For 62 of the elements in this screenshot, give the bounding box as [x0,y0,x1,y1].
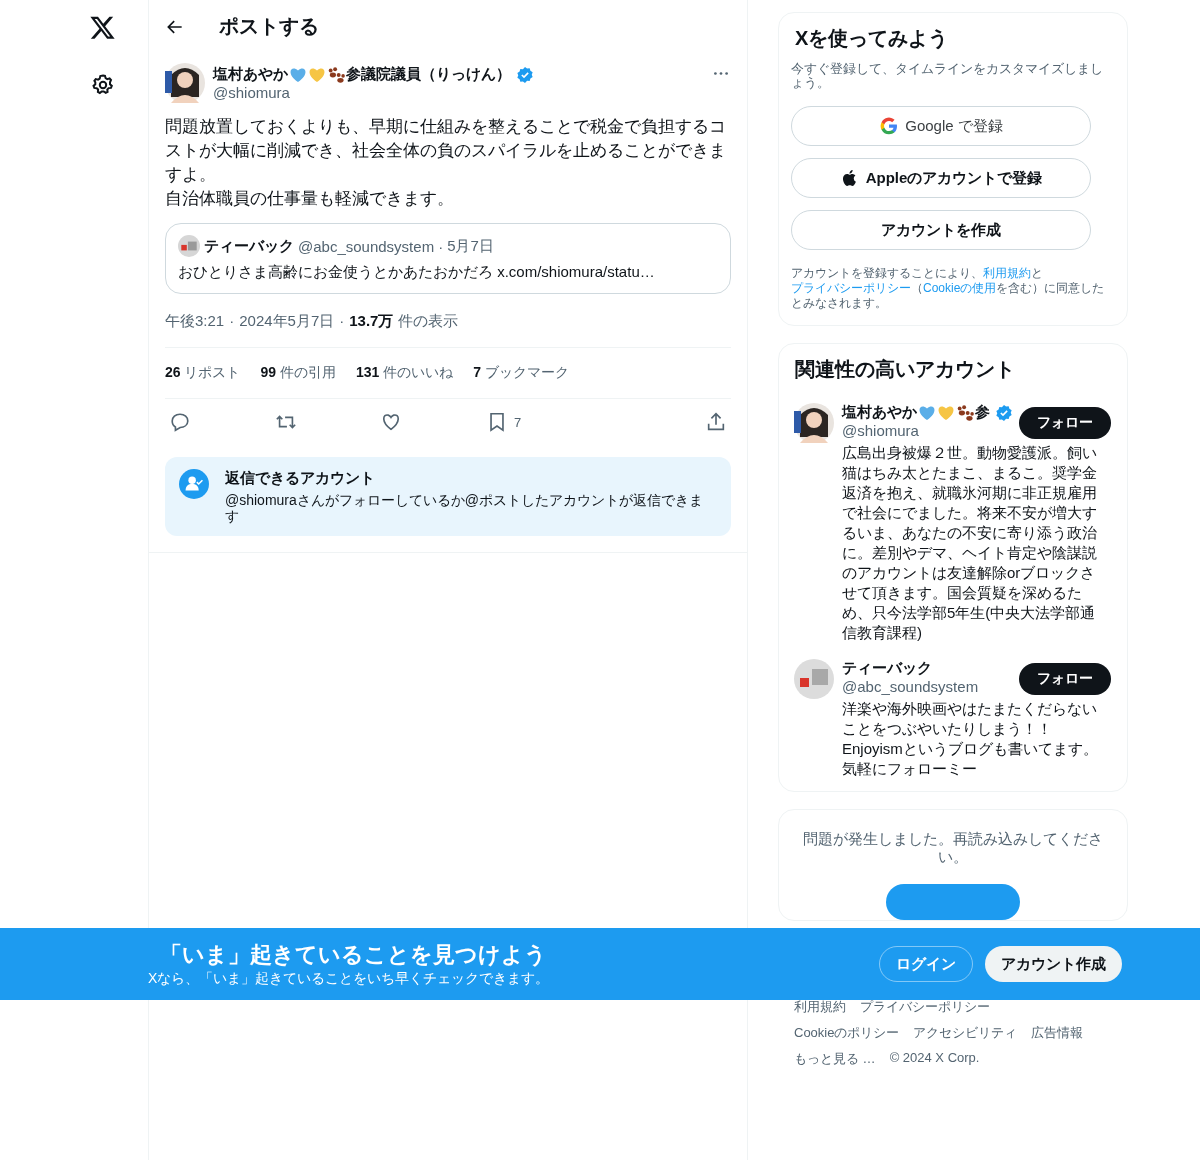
footer-link[interactable]: プライバシーポリシー [860,998,990,1016]
follow-button[interactable]: フォロー [1019,663,1111,695]
stat-link[interactable]: 131 件のいいね [355,364,454,382]
quoted-date: 5月7日 [447,236,494,256]
terms-text: アカウントを登録することにより、利用規約 と プライバシーポリシー（Cookieの使用を含む）に同意したとみなされます。 [791,266,1106,311]
x-logo[interactable] [89,14,116,41]
post-time[interactable]: 午後3:21 [165,312,225,331]
footer-link[interactable]: © 2024 X Corp. [889,1050,980,1068]
create-account-button[interactable]: アカウントを作成 [791,210,1091,250]
banner-title: 「いま」起きていることを見つけよう [159,941,548,969]
settings-icon[interactable] [91,73,115,97]
account-name[interactable]: 塩村あやか [842,403,917,422]
notice-text: @shiomuraさんがフォローしているか@ポストしたアカウントが返信できます [225,492,704,524]
apple-signup-button[interactable]: Appleのアカウントで登録 [791,158,1091,198]
view-count: 13.7万 件の表示 [349,312,458,331]
post-text: 問題放置しておくよりも、早期に仕組みを整えることで税金で負担するコストが大幅に削減でき、社会全体の負のスパイラルを止めることができますよ。 [165,116,727,186]
footer-link[interactable]: もっと見る … [794,1050,876,1068]
post-text: 自治体職員の仕事量も軽減できます。 [165,188,455,210]
bookmark-count: 7 [514,414,522,430]
avatar[interactable] [794,403,834,443]
author-handle[interactable]: @shiomura [213,84,705,101]
account-title: 参 [975,403,990,422]
card-title: Xを使ってみよう [794,26,950,51]
avatar[interactable] [165,63,205,103]
google-signup-button[interactable]: Google で登録 [791,106,1091,146]
google-icon [879,116,900,136]
stat-link[interactable]: 26 リポスト [165,364,241,382]
author-name[interactable]: 塩村あやか [213,65,288,84]
signup-button[interactable]: アカウント作成 [985,946,1122,982]
share-icon[interactable] [705,411,727,433]
footer-link[interactable]: アクセシビリティ [913,1024,1018,1042]
stat-link[interactable]: 99 件の引用 [260,364,336,382]
separator-dot: · [339,312,345,331]
reply-icon[interactable] [169,411,191,433]
card-title: 関連性の高いアカウント [795,357,1016,382]
separator-dot: · [438,237,444,255]
banner-subtitle: Xなら、「いま」起きていることをいち早くチェックできます。 [148,970,551,988]
footer-link[interactable]: Cookieのポリシー [794,1024,900,1042]
more-icon[interactable] [713,71,729,76]
post-date[interactable]: 2024年5月7日 [239,312,335,331]
quoted-author-handle: @abc_soundsystem [298,237,435,255]
account-bio: 広島出身被爆２世。動物愛護派。飼い猫はちみ太とたまこ、まるこ。奨学金返済を抱え、就職氷河期に非正規雇用で社会にでました。将来不安が増大するいま、あなたの不安に寄り添う政治に。差別やデマ、ヘイト肯定や陰謀説のアカウントは友達解除orブロックさせて頂きます。国会質疑を深めるため、只今法学部5年生(中央大法学部通信教育課程) [842,443,1098,643]
follow-button[interactable]: フォロー [1019,407,1111,439]
notice-title: 返信できるアカウント [225,469,376,488]
card-subtitle: 今すぐ登録して、タイムラインをカスタマイズしましょう。 [791,62,1104,90]
quoted-post[interactable]: ティーバック @abc_soundsystem · 5月7日 おひとりさま高齢にお金使うとかあたおかだろ x.com/shiomura/statu… [165,223,731,294]
quoted-author-name: ティーバック [204,236,294,256]
quoted-text: おひとりさま高齢にお金使うとかあたおかだろ x.com/shiomura/statu… [178,263,656,282]
account-handle[interactable]: @abc_soundsystem [842,678,979,695]
footer-link[interactable]: 広告情報 [1031,1024,1084,1042]
account-handle[interactable]: @shiomura [842,422,1013,439]
pill-button[interactable] [886,884,1020,920]
error-message: 問題が発生しました。再読み込みしてください。 [802,830,1104,866]
author-title: 参議院議員（りっけん） [346,65,511,84]
stat-link[interactable]: 7 ブックマーク [473,364,569,382]
account-bio: 洋楽や海外映画やはたまたくだらないことをつぶやいたりしまう！！Enjoyismというブログも書いてます。気軽にフォローミー [842,699,1099,779]
separator-dot: · [229,312,235,331]
footer-link[interactable]: 利用規約 [794,998,846,1016]
page-title: ポストする [219,14,319,39]
account-name[interactable]: ティーバック [842,659,932,678]
avatar [178,235,200,257]
person-check-icon [179,469,209,499]
